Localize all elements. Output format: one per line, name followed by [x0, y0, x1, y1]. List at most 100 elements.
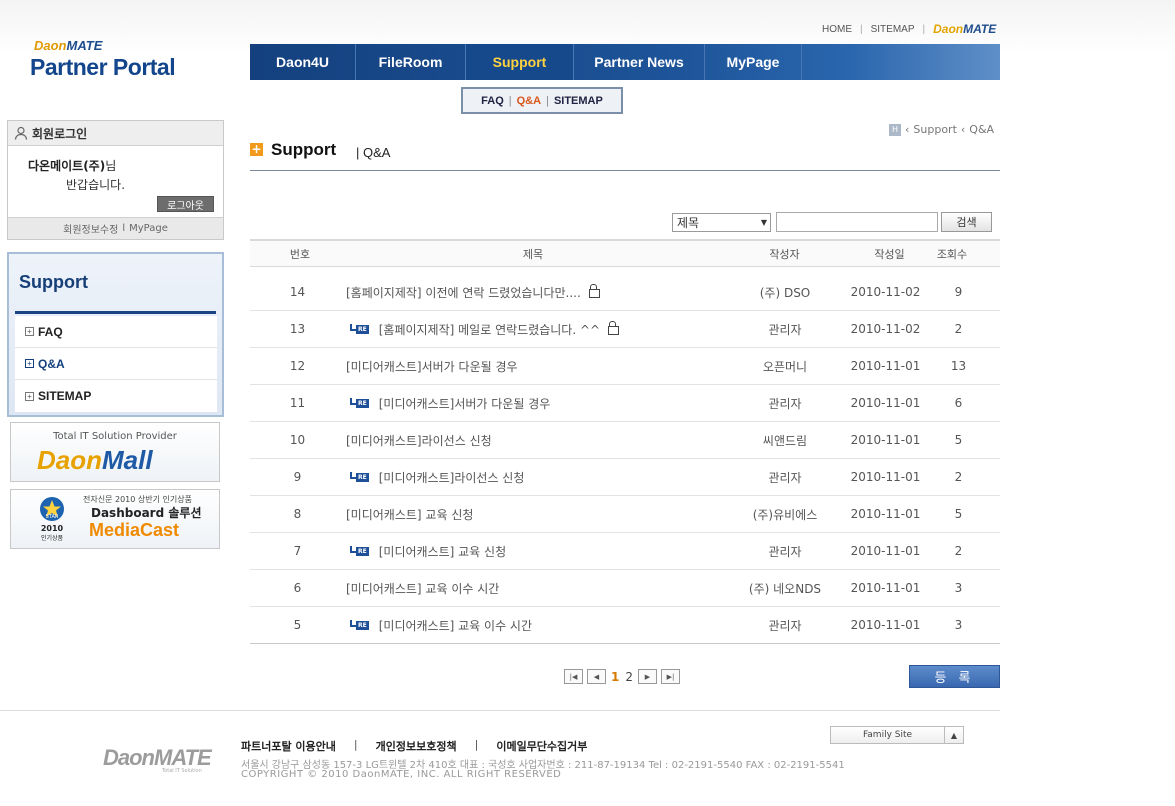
mypage-link[interactable]: MyPage — [129, 223, 168, 234]
reply-tag: RE — [356, 620, 369, 630]
footer-link-privacy[interactable]: 개인정보보호정책 — [376, 738, 457, 754]
family-site-select[interactable]: Family Site ▲ — [830, 726, 964, 744]
post-writer: (주) DSO — [759, 285, 811, 300]
post-title: [미디어캐스트]라이선스 신청 — [345, 432, 734, 449]
post-title-link[interactable]: [홈페이지제작] 메일로 연락드렸습니다. ^^ — [379, 321, 600, 338]
post-title: [미디어캐스트]서버가 다운될 경우 — [345, 358, 734, 375]
post-number: 6 — [293, 581, 302, 595]
post-writer: (주)유비에스 — [752, 507, 818, 522]
last-page-icon[interactable]: ▶| — [661, 669, 680, 684]
table-row[interactable]: 11 RE [미디어캐스트]서버가 다운될 경우 관리자 2010-11-01 6 — [250, 385, 1000, 422]
page-link[interactable]: 1 — [610, 670, 620, 684]
gnb-partner-news[interactable]: Partner News — [574, 44, 705, 80]
plus-icon: + — [25, 391, 34, 401]
footer-link-email-policy[interactable]: 이메일무단수집거부 — [496, 738, 587, 754]
search-input[interactable] — [776, 212, 938, 232]
logout-button[interactable]: 로그아웃 — [157, 196, 214, 212]
daonmall-banner[interactable]: Total IT Solution Provider DaonMall — [10, 422, 220, 482]
post-number: 9 — [293, 470, 302, 484]
post-hits: 5 — [954, 507, 963, 521]
table-row[interactable]: 9 RE [미디어캐스트]라이선스 신청 관리자 2010-11-01 2 — [250, 459, 1000, 496]
table-row[interactable]: 12 [미디어캐스트]서버가 다운될 경우 오픈머니 2010-11-01 13 — [250, 348, 1000, 385]
post-number: 8 — [293, 507, 302, 521]
first-page-icon[interactable]: |◀ — [564, 669, 583, 684]
side-nav-item-faq[interactable]: + FAQ — [15, 316, 217, 348]
breadcrumb-item[interactable]: Q&A — [969, 123, 994, 136]
table-row[interactable]: 14 [홈페이지제작] 이전에 연락 드렸었습니다만.... (주) DSO 2010… — [250, 274, 1000, 311]
table-row[interactable]: 6 [미디어캐스트] 교육 이수 시간 (주) 네오NDS 2010-11-01 3 — [250, 570, 1000, 607]
table-row[interactable]: 10 [미디어캐스트]라이선스 신청 씨앤드림 2010-11-01 5 — [250, 422, 1000, 459]
side-nav-item-qna[interactable]: + Q&A — [15, 348, 217, 380]
table-row[interactable]: 8 [미디어캐스트] 교육 신청 (주)유비에스 2010-11-01 5 — [250, 496, 1000, 533]
footer-logo-sub: Total IT Solution — [162, 768, 202, 774]
home-icon[interactable]: H — [889, 123, 901, 136]
search-select-value: 제목 — [677, 216, 700, 230]
table-row[interactable]: 13 RE [홈페이지제작] 메일로 연락드렸습니다. ^^ 관리자 2010-11-0… — [250, 311, 1000, 348]
register-button[interactable]: 등 록 — [909, 665, 1000, 688]
page-title: Support — [271, 140, 337, 159]
post-title-link[interactable]: [미디어캐스트]서버가 다운될 경우 — [379, 395, 551, 412]
breadcrumb-separator: ‹ — [960, 123, 966, 136]
side-nav-item-label: SITEMAP — [38, 389, 92, 403]
footer-link-guide[interactable]: 파트너포탈 이용안내 — [241, 738, 336, 754]
post-title: RE [미디어캐스트]서버가 다운될 경우 — [345, 395, 734, 412]
gnb-support[interactable]: Support — [466, 44, 574, 80]
daonmall-logo: DaonMall — [37, 445, 153, 476]
gnb-fileroom[interactable]: FileRoom — [356, 44, 466, 80]
reply-icon: RE — [350, 545, 369, 556]
reply-icon: RE — [350, 471, 369, 482]
post-title: RE [미디어캐스트]라이선스 신청 — [345, 469, 734, 486]
subnav-qna[interactable]: Q&A — [517, 95, 541, 107]
post-writer: 관리자 — [768, 470, 802, 485]
post-date: 2010-11-02 — [850, 285, 921, 299]
home-link[interactable]: HOME — [822, 24, 852, 35]
lock-icon — [588, 283, 600, 298]
side-nav-item-sitemap[interactable]: + SITEMAP — [15, 380, 217, 412]
post-writer: 관리자 — [768, 322, 802, 337]
post-title-link[interactable]: [미디어캐스트]라이선스 신청 — [379, 469, 525, 486]
post-title-link[interactable]: [홈페이지제작] 이전에 연락 드렸었습니다만.... — [346, 284, 581, 301]
page-link[interactable]: 2 — [624, 670, 634, 684]
next-page-icon[interactable]: ▶ — [638, 669, 657, 684]
post-number: 7 — [293, 544, 302, 558]
mediacast-banner[interactable]: STAR 2010 인기상품 전자신문 2010 상반기 인기상품 Dashbo… — [10, 489, 220, 549]
daonmall-logo-part-b: Mall — [102, 445, 153, 475]
chevron-down-icon: ▼ — [760, 218, 768, 227]
gnb-daon4u[interactable]: Daon4U — [250, 44, 356, 80]
daonmate-util-logo[interactable]: DaonMATE — [933, 22, 996, 36]
site-logo-small[interactable]: DaonMATE — [34, 38, 102, 53]
post-title: [미디어캐스트] 교육 신청 — [345, 506, 734, 523]
prev-page-icon[interactable]: ◀ — [587, 669, 606, 684]
reply-tag: RE — [356, 546, 369, 556]
site-logo[interactable]: Partner Portal — [30, 54, 176, 81]
pagination: |◀ ◀ 1 2 ▶ ▶| — [564, 669, 680, 684]
post-title-link[interactable]: [미디어캐스트] 교육 이수 시간 — [379, 617, 532, 634]
post-title-link[interactable]: [미디어캐스트]서버가 다운될 경우 — [346, 358, 518, 375]
post-title-link[interactable]: [미디어캐스트] 교육 신청 — [346, 506, 473, 523]
subnav-sitemap[interactable]: SITEMAP — [554, 95, 603, 107]
edit-member-info-link[interactable]: 회원정보수정 — [63, 221, 118, 236]
gnb-mypage[interactable]: MyPage — [705, 44, 802, 80]
post-title-link[interactable]: [미디어캐스트] 교육 이수 시간 — [346, 580, 499, 597]
post-title: RE [홈페이지제작] 메일로 연락드렸습니다. ^^ — [345, 320, 734, 338]
table-row[interactable]: 7 RE [미디어캐스트] 교육 신청 관리자 2010-11-01 2 — [250, 533, 1000, 570]
chevron-up-icon: ▲ — [950, 730, 958, 740]
post-writer: 오픈머니 — [762, 359, 808, 374]
table-row[interactable]: 5 RE [미디어캐스트] 교육 이수 시간 관리자 2010-11-01 3 — [250, 607, 1000, 644]
badge-bottom-text: 인기상품 — [41, 534, 64, 542]
subnav-faq[interactable]: FAQ — [481, 95, 504, 107]
login-title: 회원로그인 — [32, 126, 88, 141]
search-button[interactable]: 검색 — [941, 212, 992, 232]
post-hits: 2 — [954, 470, 963, 484]
breadcrumb-item[interactable]: Support — [913, 123, 956, 136]
post-title-link[interactable]: [미디어캐스트] 교육 신청 — [379, 543, 506, 560]
title-divider — [250, 170, 1000, 171]
util-separator: | — [860, 23, 863, 35]
post-title-link[interactable]: [미디어캐스트]라이선스 신청 — [346, 432, 492, 449]
post-number: 5 — [293, 618, 302, 632]
search-field-select[interactable]: 제목 ▼ — [672, 213, 771, 232]
footer-links: 파트너포탈 이용안내 | 개인정보보호정책 | 이메일무단수집거부 — [241, 738, 587, 754]
reply-tag: RE — [356, 324, 369, 334]
plus-icon: + — [25, 359, 34, 368]
sitemap-link[interactable]: SITEMAP — [871, 24, 915, 35]
